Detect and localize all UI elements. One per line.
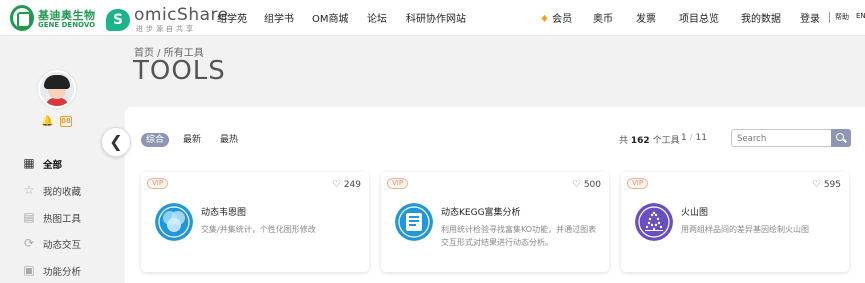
tool-card-volcano[interactable]: VIP ♡ 595 火山图 用两组样品间的差异基因绘制火山图 bbox=[621, 172, 849, 272]
analysis-icon: ▣ bbox=[23, 263, 35, 277]
tool-description: 用两组样品间的差异基因绘制火山图 bbox=[681, 225, 809, 234]
heart-icon: ♡ bbox=[331, 179, 341, 190]
nav-link-my-data[interactable]: 我的数据 bbox=[741, 10, 781, 25]
tab-comprehensive[interactable]: 综合 bbox=[141, 133, 170, 147]
search-icon[interactable] bbox=[831, 129, 851, 147]
nav-link-projects[interactable]: 项目总览 bbox=[679, 10, 719, 25]
sidebar-item-function-analysis[interactable]: ▣ 功能分析 bbox=[22, 263, 112, 278]
member-label: 会员 bbox=[552, 14, 573, 25]
help-link[interactable]: 帮助 bbox=[835, 12, 849, 22]
pagination[interactable]: 1 / 11 bbox=[681, 133, 707, 143]
user-avatar[interactable] bbox=[38, 70, 76, 108]
vip-badge: VIP bbox=[147, 178, 169, 189]
tool-description: 利用统计检验寻找富集KO功能，并通过图表交互形式对结果进行动态分析。 bbox=[441, 225, 597, 247]
tool-card-kegg[interactable]: VIP ♡ 500 动态KEGG富集分析 利用统计检验寻找富集KO功能，并通过图… bbox=[381, 172, 609, 272]
star-icon: ☆ bbox=[23, 183, 35, 197]
kegg-enrichment-icon bbox=[395, 203, 433, 241]
interactive-icon: ⟳ bbox=[23, 236, 35, 250]
nav-item-zuxueshu[interactable]: 组学书 bbox=[264, 10, 294, 25]
tab-hottest[interactable]: 最热 bbox=[220, 133, 238, 147]
omicshare-logo[interactable]: S omicShare 进步源自共享 bbox=[104, 3, 228, 33]
sidebar-item-favorites[interactable]: ☆ 我的收藏 bbox=[22, 183, 112, 198]
tool-name: 火山图 bbox=[681, 208, 709, 218]
vip-badge: VIP bbox=[627, 178, 649, 189]
like-count[interactable]: ♡ 249 bbox=[332, 179, 361, 190]
tool-description: 交集/并集统计，个性化图形修改 bbox=[201, 225, 316, 234]
vip-badge: VIP bbox=[387, 178, 409, 189]
sidebar-item-heatmap-tools[interactable]: ▤ 热图工具 bbox=[22, 210, 112, 225]
tool-name: 动态韦恩图 bbox=[201, 208, 247, 218]
sidebar: 🔔 08 ▦ 全部 ☆ 我的收藏 ▤ 热图工具 ⟳ 动态交互 ▣ 功能分析 bbox=[0, 36, 115, 283]
sidebar-item-label: 功能分析 bbox=[43, 267, 82, 278]
bell-icon[interactable]: 🔔 bbox=[41, 116, 53, 127]
tool-card-venn[interactable]: VIP ♡ 249 动态韦恩图 交集/并集统计，个性化图形修改 bbox=[141, 172, 369, 272]
sidebar-item-all[interactable]: ▦ 全部 bbox=[22, 156, 112, 171]
top-navigation-bar: 基迪奥生物 GENE DENOVO S omicShare 进步源自共享 组学苑… bbox=[0, 0, 865, 36]
search-box bbox=[731, 129, 851, 147]
like-count[interactable]: ♡ 595 bbox=[812, 179, 841, 190]
sidebar-item-interactive[interactable]: ⟳ 动态交互 bbox=[22, 236, 112, 251]
vip-crown-icon: ♦ bbox=[540, 14, 549, 25]
sidebar-item-label: 我的收藏 bbox=[43, 187, 82, 198]
level-badge[interactable]: 08 bbox=[60, 116, 72, 127]
tools-panel: 综合 最新 最热 共 162 个工具 1 / 11 VIP ♡ 249 动态韦恩… bbox=[125, 107, 865, 283]
page-title: TOOLS bbox=[133, 56, 226, 86]
omicshare-logo-mark: S bbox=[106, 9, 130, 31]
login-link[interactable]: 登录 bbox=[800, 10, 820, 25]
omicshare-slogan: 进步源自共享 bbox=[136, 25, 196, 33]
heart-icon: ♡ bbox=[811, 179, 821, 190]
nav-link-coins[interactable]: 奥币 bbox=[593, 10, 613, 25]
main-content: 首页 / 所有工具 TOOLS 综合 最新 最热 共 162 个工具 1 / 1… bbox=[115, 36, 865, 283]
venn-diagram-icon bbox=[155, 203, 193, 241]
nav-item-om-store[interactable]: OM商城 bbox=[312, 10, 349, 25]
grid-icon: ▦ bbox=[23, 156, 35, 170]
tool-name: 动态KEGG富集分析 bbox=[441, 208, 521, 218]
heart-icon: ♡ bbox=[571, 179, 581, 190]
nav-item-research-collab[interactable]: 科研协作网站 bbox=[406, 10, 466, 25]
genedenovo-logo-mark bbox=[10, 5, 34, 31]
heatmap-icon: ▤ bbox=[23, 210, 35, 224]
nav-link-invoice[interactable]: 发票 bbox=[636, 10, 656, 25]
nav-divider bbox=[829, 12, 830, 23]
sidebar-item-label: 全部 bbox=[43, 160, 63, 171]
tab-latest[interactable]: 最新 bbox=[183, 133, 201, 147]
nav-item-zuxueyuan[interactable]: 组学苑 bbox=[217, 10, 247, 25]
tool-count: 共 162 个工具 bbox=[619, 136, 680, 146]
omicshare-wordmark: omicShare bbox=[134, 5, 229, 25]
chevron-left-icon: ❮ bbox=[109, 132, 123, 151]
language-switch[interactable]: EN bbox=[856, 12, 865, 20]
collapse-sidebar-button[interactable]: ❮ bbox=[101, 127, 131, 157]
sidebar-item-label: 动态交互 bbox=[43, 240, 82, 251]
volcano-plot-icon bbox=[635, 203, 673, 241]
nav-item-forum[interactable]: 论坛 bbox=[367, 10, 387, 25]
member-link[interactable]: ♦ 会员 bbox=[540, 10, 572, 25]
sidebar-item-label: 热图工具 bbox=[43, 214, 82, 225]
genedenovo-logo[interactable]: 基迪奥生物 GENE DENOVO bbox=[10, 4, 102, 32]
logo-english-name: GENE DENOVO bbox=[38, 21, 96, 29]
like-count[interactable]: ♡ 500 bbox=[572, 179, 601, 190]
search-input[interactable] bbox=[737, 132, 827, 145]
